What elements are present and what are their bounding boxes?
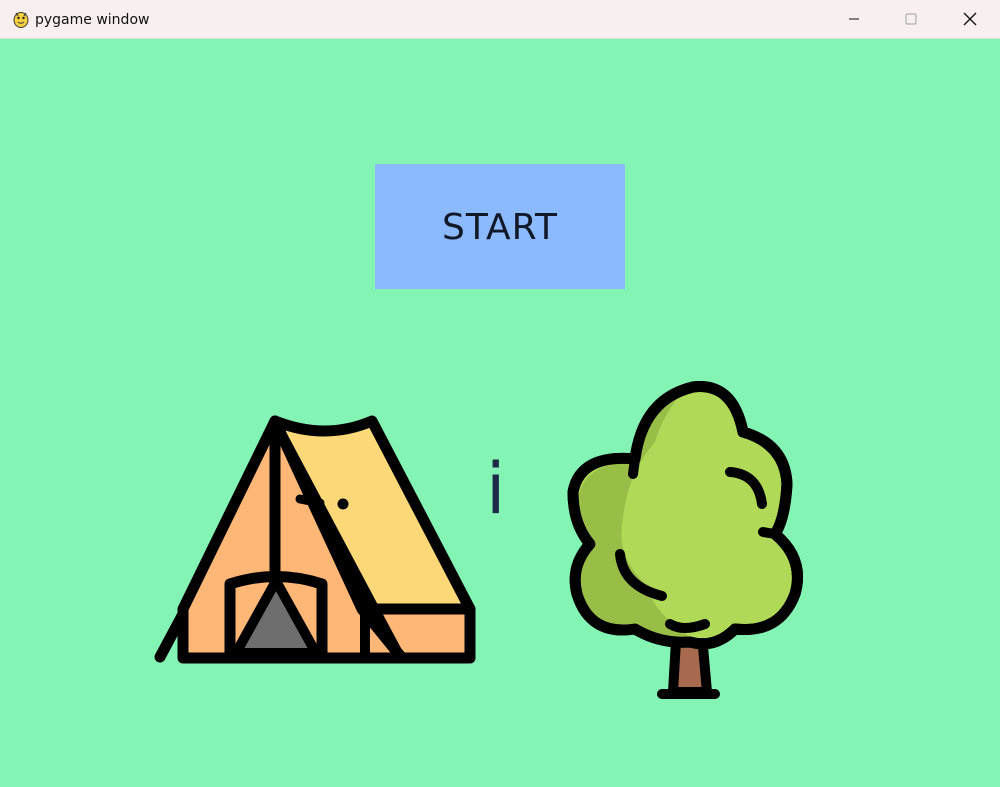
close-button[interactable] <box>941 0 999 38</box>
start-button-label: START <box>441 207 559 248</box>
tree-icon <box>567 381 803 699</box>
game-canvas: START i <box>0 39 1000 787</box>
close-icon <box>963 12 977 26</box>
game-window: pygame window START i <box>0 0 1000 787</box>
title-bar[interactable]: pygame window <box>0 0 1000 39</box>
minimize-button[interactable] <box>825 0 883 38</box>
tent-icon <box>154 415 476 664</box>
conjunction-text: i <box>486 448 506 530</box>
window-title: pygame window <box>35 12 150 28</box>
minimize-icon <box>849 18 859 20</box>
pygame-snake-icon <box>13 12 29 28</box>
start-button[interactable]: START <box>375 164 625 289</box>
maximize-button[interactable] <box>882 0 940 38</box>
maximize-icon <box>905 13 917 25</box>
